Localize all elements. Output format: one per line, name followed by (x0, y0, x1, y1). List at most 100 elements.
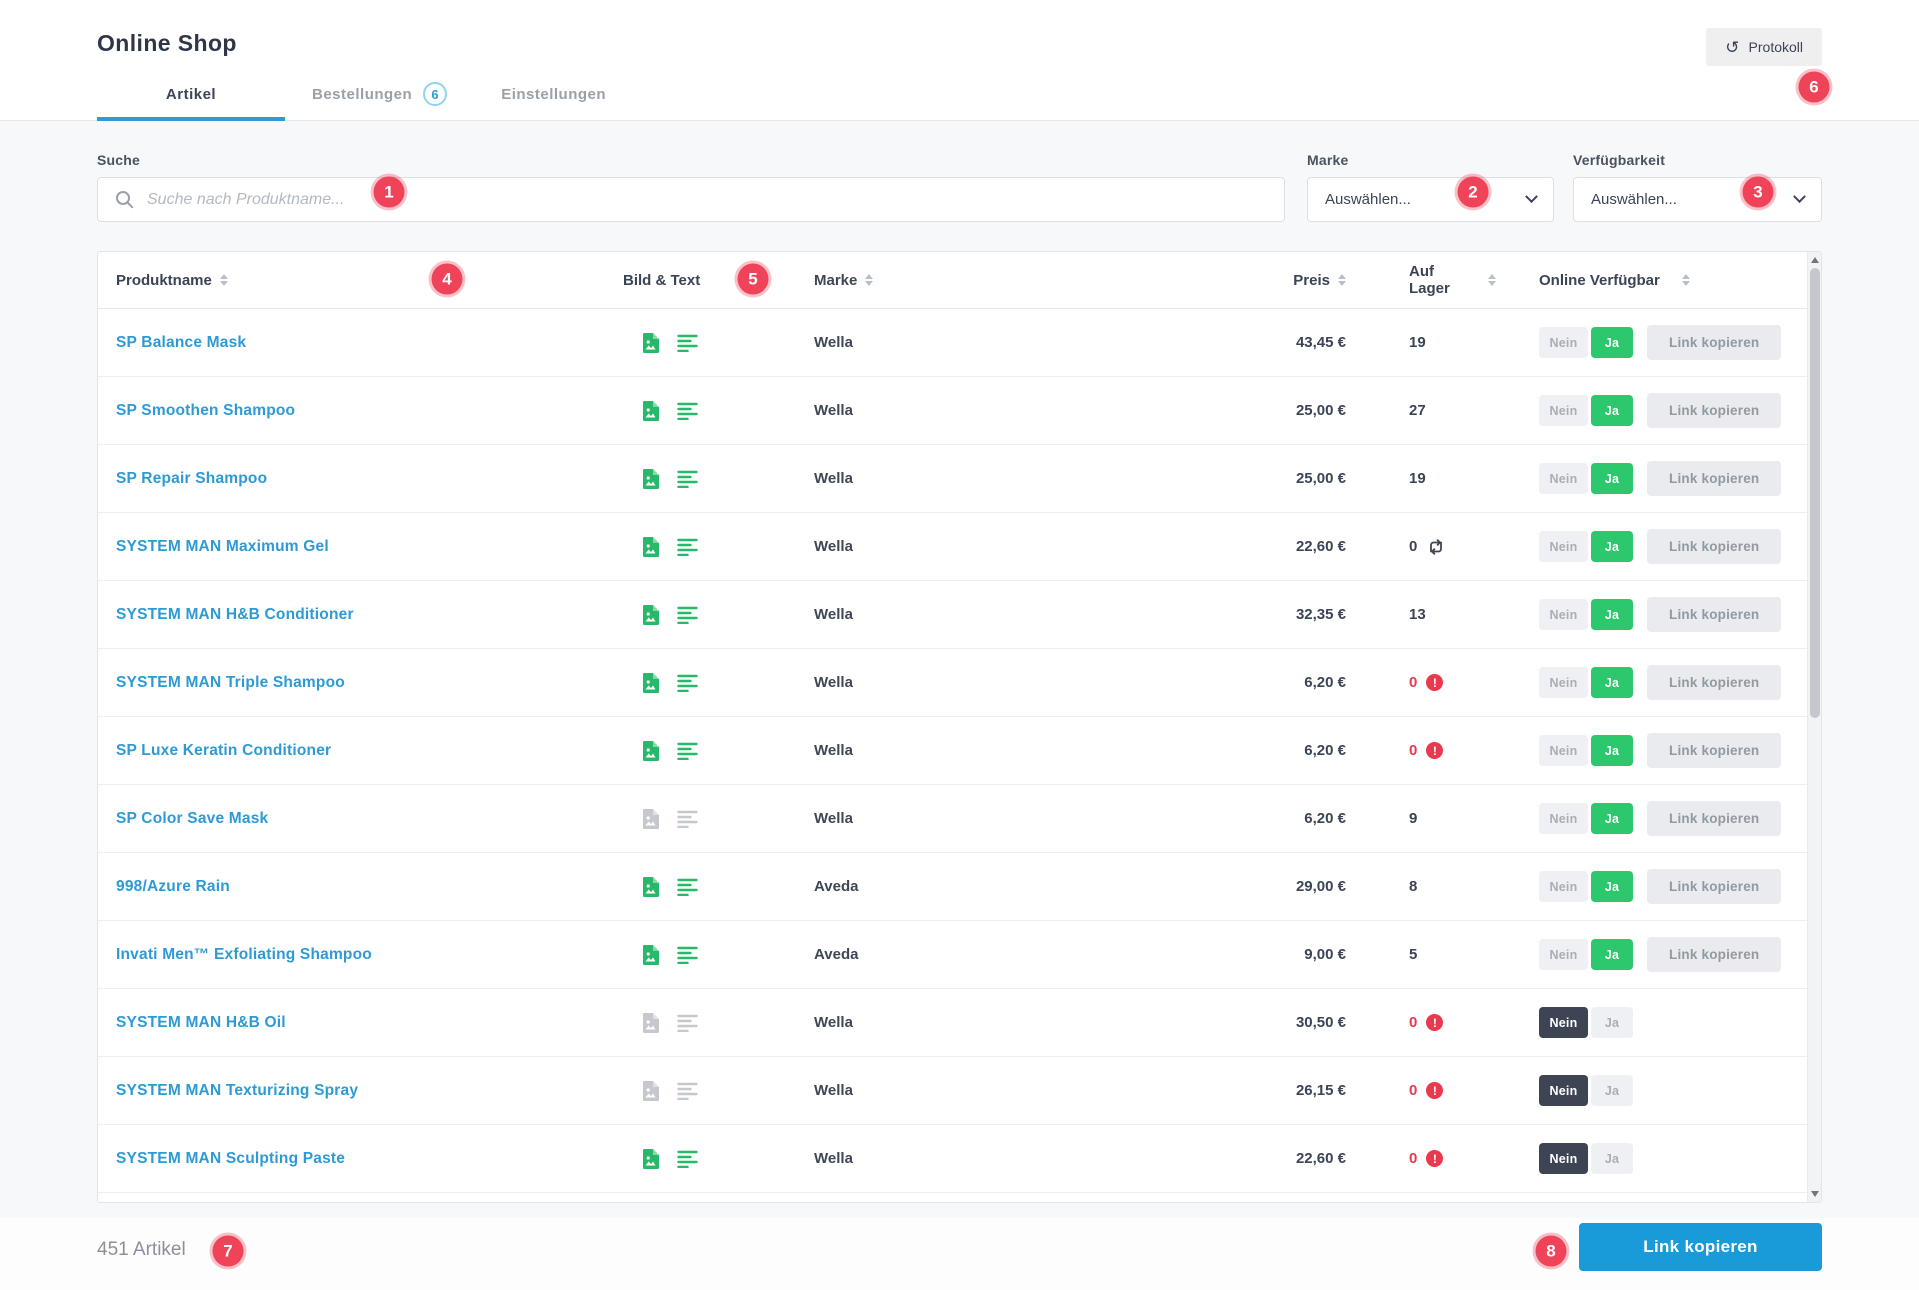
sort-icon[interactable] (1488, 274, 1496, 286)
product-link[interactable]: SP Luxe Keratin Conditioner (116, 742, 331, 759)
text-icon[interactable] (677, 1150, 698, 1168)
toggle-nein-button[interactable]: Nein (1539, 871, 1588, 902)
product-link[interactable]: SP Smoothen Shampoo (116, 402, 295, 419)
copy-link-row-button[interactable]: Link kopieren (1647, 325, 1781, 360)
toggle-ja-button[interactable]: Ja (1591, 1075, 1633, 1106)
toggle-nein-button[interactable]: Nein (1539, 667, 1588, 698)
column-header-auf-lager[interactable]: Auf Lager (1356, 263, 1531, 298)
text-icon[interactable] (677, 402, 698, 420)
toggle-nein-button[interactable]: Nein (1539, 939, 1588, 970)
toggle-nein-button[interactable]: Nein (1539, 531, 1588, 562)
text-icon[interactable] (677, 810, 698, 828)
brand-select[interactable]: Auswählen... (1307, 177, 1554, 222)
image-icon[interactable] (641, 332, 660, 354)
text-icon[interactable] (677, 878, 698, 896)
toggle-nein-button[interactable]: Nein (1539, 1143, 1588, 1174)
column-header-produktname[interactable]: Produktname (98, 272, 623, 289)
image-icon[interactable] (641, 876, 660, 898)
image-icon[interactable] (641, 604, 660, 626)
product-link[interactable]: 998/Azure Rain (116, 878, 230, 895)
image-icon[interactable] (641, 536, 660, 558)
table-scrollbar[interactable] (1807, 252, 1821, 1202)
image-icon[interactable] (641, 1012, 660, 1034)
sort-icon[interactable] (1338, 274, 1346, 286)
scroll-down-arrow-icon[interactable] (1811, 1191, 1819, 1197)
sort-icon[interactable] (220, 274, 228, 286)
image-icon[interactable] (641, 672, 660, 694)
image-icon[interactable] (641, 740, 660, 762)
toggle-nein-button[interactable]: Nein (1539, 463, 1588, 494)
image-icon[interactable] (641, 1080, 660, 1102)
copy-link-row-button[interactable]: Link kopieren (1647, 733, 1781, 768)
product-link[interactable]: SYSTEM MAN Maximum Gel (116, 538, 329, 555)
text-icon[interactable] (677, 742, 698, 760)
restock-icon (1426, 539, 1446, 555)
product-link[interactable]: SP Balance Mask (116, 334, 246, 351)
product-link[interactable]: SP Color Save Mask (116, 810, 268, 827)
tab-einstellungen[interactable]: Einstellungen (474, 71, 633, 121)
text-icon[interactable] (677, 606, 698, 624)
toggle-ja-button[interactable]: Ja (1591, 599, 1633, 630)
sort-icon[interactable] (865, 274, 873, 286)
toggle-ja-button[interactable]: Ja (1591, 327, 1633, 358)
copy-link-row-button[interactable]: Link kopieren (1647, 597, 1781, 632)
stock-value: 8 (1409, 878, 1417, 895)
text-icon[interactable] (677, 1014, 698, 1032)
toggle-nein-button[interactable]: Nein (1539, 395, 1588, 426)
column-header-online-verfuegbar[interactable]: Online Verfügbar (1531, 272, 1808, 289)
copy-link-row-button[interactable]: Link kopieren (1647, 801, 1781, 836)
image-icon[interactable] (641, 400, 660, 422)
toggle-ja-button[interactable]: Ja (1591, 395, 1633, 426)
toggle-ja-button[interactable]: Ja (1591, 939, 1633, 970)
toggle-ja-button[interactable]: Ja (1591, 803, 1633, 834)
product-link[interactable]: SYSTEM MAN H&B Conditioner (116, 606, 354, 623)
toggle-nein-button[interactable]: Nein (1539, 599, 1588, 630)
product-link[interactable]: SYSTEM MAN Triple Shampoo (116, 674, 345, 691)
toggle-ja-button[interactable]: Ja (1591, 735, 1633, 766)
text-icon[interactable] (677, 334, 698, 352)
copy-link-row-button[interactable]: Link kopieren (1647, 529, 1781, 564)
product-link[interactable]: SYSTEM MAN H&B Oil (116, 1014, 286, 1031)
column-header-marke[interactable]: Marke (814, 272, 1226, 289)
toggle-nein-button[interactable]: Nein (1539, 1075, 1588, 1106)
toggle-nein-button[interactable]: Nein (1539, 735, 1588, 766)
text-icon[interactable] (677, 1082, 698, 1100)
product-link[interactable]: SP Repair Shampoo (116, 470, 267, 487)
image-icon[interactable] (641, 944, 660, 966)
column-header-preis[interactable]: Preis (1226, 272, 1356, 289)
footer: 451 Artikel Link kopieren (0, 1218, 1919, 1290)
toggle-ja-button[interactable]: Ja (1591, 1007, 1633, 1038)
sort-icon[interactable] (1682, 274, 1690, 286)
copy-link-row-button[interactable]: Link kopieren (1647, 869, 1781, 904)
protokoll-button[interactable]: ↺ Protokoll (1706, 28, 1822, 66)
text-icon[interactable] (677, 674, 698, 692)
toggle-nein-button[interactable]: Nein (1539, 803, 1588, 834)
copy-link-row-button[interactable]: Link kopieren (1647, 937, 1781, 972)
scroll-up-arrow-icon[interactable] (1811, 257, 1819, 263)
toggle-nein-button[interactable]: Nein (1539, 1007, 1588, 1038)
copy-link-main-button[interactable]: Link kopieren (1579, 1223, 1822, 1271)
copy-link-row-button[interactable]: Link kopieren (1647, 393, 1781, 428)
product-link[interactable]: Invati Men™ Exfoliating Shampoo (116, 946, 372, 963)
copy-link-row-button[interactable]: Link kopieren (1647, 461, 1781, 496)
tab-artikel[interactable]: Artikel (97, 71, 285, 121)
product-link[interactable]: SYSTEM MAN Sculpting Paste (116, 1150, 345, 1167)
toggle-nein-button[interactable]: Nein (1539, 327, 1588, 358)
tab-bestellungen[interactable]: Bestellungen 6 (285, 71, 474, 121)
image-icon[interactable] (641, 1148, 660, 1170)
search-input[interactable] (147, 178, 1284, 221)
scrollbar-thumb[interactable] (1810, 268, 1820, 718)
product-link[interactable]: SYSTEM MAN Texturizing Spray (116, 1082, 358, 1099)
text-icon[interactable] (677, 470, 698, 488)
text-icon[interactable] (677, 946, 698, 964)
availability-select[interactable]: Auswählen... (1573, 177, 1822, 222)
toggle-ja-button[interactable]: Ja (1591, 871, 1633, 902)
toggle-ja-button[interactable]: Ja (1591, 463, 1633, 494)
toggle-ja-button[interactable]: Ja (1591, 667, 1633, 698)
toggle-ja-button[interactable]: Ja (1591, 531, 1633, 562)
copy-link-row-button[interactable]: Link kopieren (1647, 665, 1781, 700)
image-icon[interactable] (641, 808, 660, 830)
image-icon[interactable] (641, 468, 660, 490)
text-icon[interactable] (677, 538, 698, 556)
toggle-ja-button[interactable]: Ja (1591, 1143, 1633, 1174)
